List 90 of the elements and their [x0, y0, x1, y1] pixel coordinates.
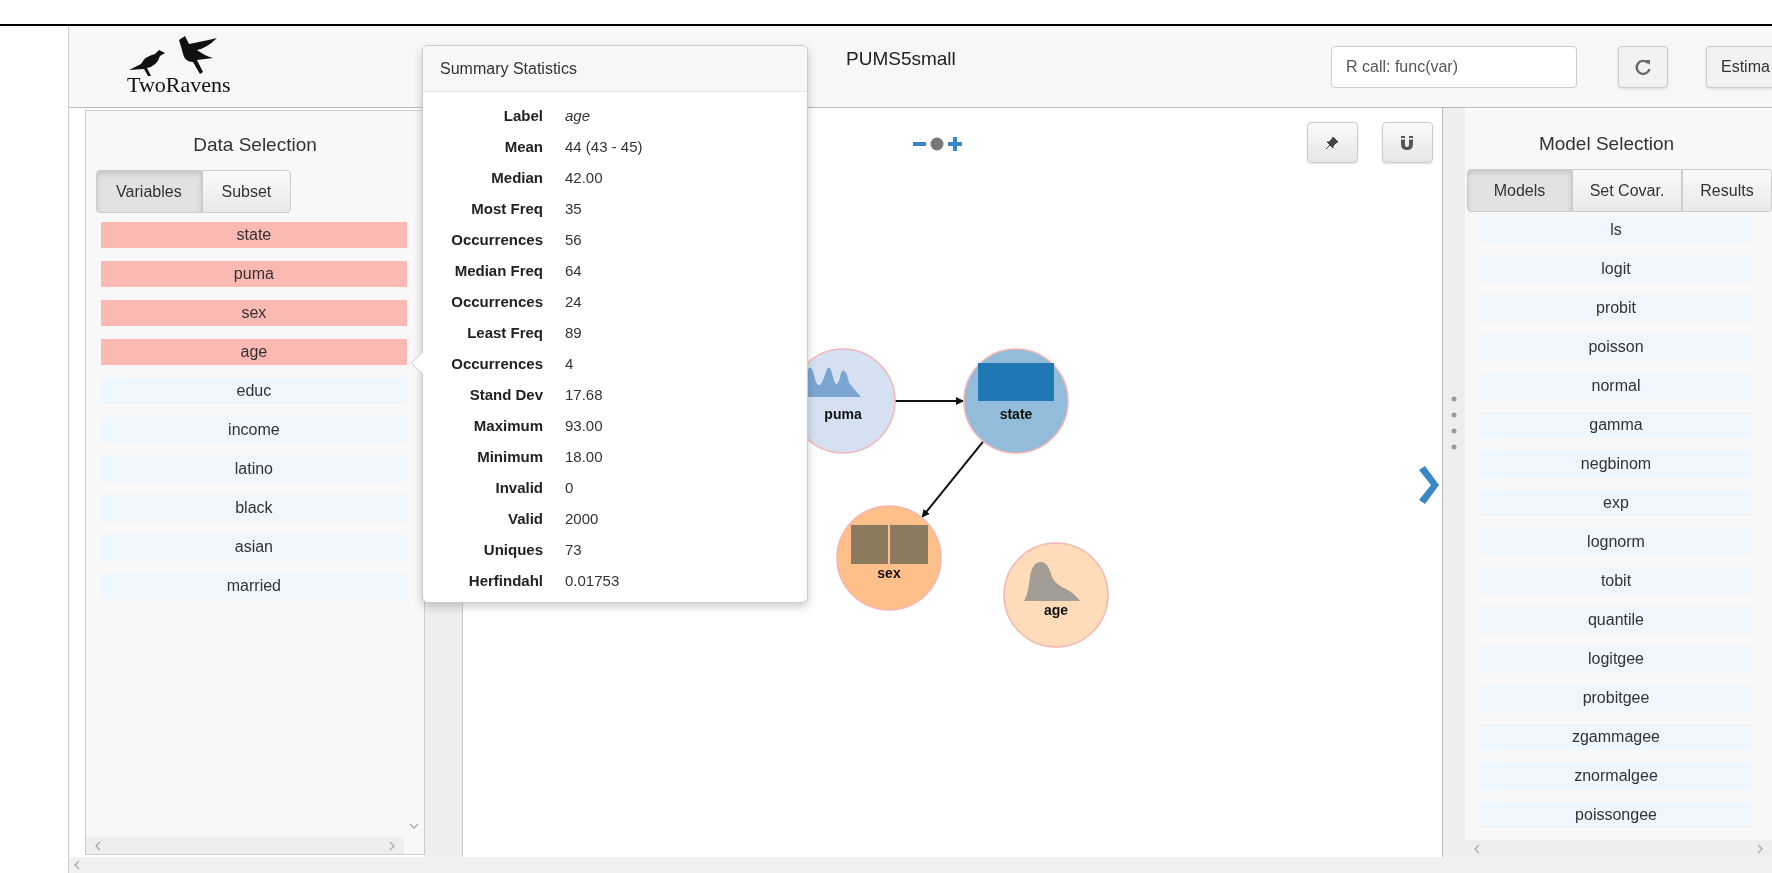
stat-label: Maximum: [472, 416, 543, 436]
variable-item[interactable]: income: [100, 417, 407, 443]
variable-item[interactable]: age: [100, 339, 407, 365]
stat-label: Occurrences: [450, 292, 543, 312]
dot-icon[interactable]: [929, 137, 944, 151]
variable-item[interactable]: educ: [100, 378, 407, 404]
model-item[interactable]: gamma: [1480, 412, 1752, 438]
model-item[interactable]: quantile: [1480, 607, 1752, 633]
rcall-field[interactable]: R call: func(var): [1331, 46, 1577, 88]
tab[interactable]: Set Covar.: [1572, 169, 1682, 212]
stat-label: Mean: [503, 137, 543, 157]
node-label: age: [1043, 602, 1068, 618]
stat-label: Valid: [506, 509, 543, 529]
density-plot: [1023, 561, 1080, 601]
stat-value: 4: [565, 354, 575, 374]
popover-title: Summary Statistics: [423, 46, 807, 92]
magnet-button[interactable]: [1381, 122, 1433, 163]
model-item[interactable]: negbinom: [1480, 451, 1752, 477]
model-item[interactable]: lognorm: [1480, 529, 1752, 555]
tab[interactable]: Variables: [95, 170, 202, 213]
model-item[interactable]: poissongee: [1480, 802, 1752, 828]
node-label: state: [999, 406, 1033, 422]
stat-value: 0: [565, 478, 575, 498]
node-label: puma: [824, 406, 862, 422]
model-item[interactable]: exp: [1480, 490, 1752, 516]
model-item[interactable]: ls: [1480, 217, 1752, 243]
stat-value: 56: [565, 230, 583, 250]
variable-item[interactable]: latino: [100, 456, 407, 482]
stat-label: Stand Dev: [468, 385, 543, 405]
stat-value: 2000: [565, 509, 600, 529]
stat-label: Most Freq: [470, 199, 543, 219]
tab[interactable]: Models: [1467, 169, 1572, 212]
stat-value: 89: [565, 323, 583, 343]
model-item[interactable]: zgammagee: [1480, 724, 1752, 750]
drag-handle-icon[interactable]: [1451, 395, 1458, 450]
panel-title: Model Selection: [1537, 132, 1676, 153]
stat-value: 17.68: [565, 385, 604, 405]
stat-label: Label: [502, 106, 543, 126]
stat-label: Invalid: [494, 478, 543, 498]
stat-value: age: [565, 106, 592, 126]
model-item[interactable]: probitgee: [1480, 685, 1752, 711]
plus-icon[interactable]: [947, 136, 962, 152]
dataset-title: PUMS5small: [846, 47, 956, 71]
scroll-right-icon[interactable]: [1756, 842, 1764, 855]
stat-label: Occurrences: [450, 354, 543, 374]
edge-arrow: [893, 397, 964, 405]
model-item[interactable]: logitgee: [1480, 646, 1752, 672]
variable-item[interactable]: state: [100, 222, 407, 248]
node-label: sex: [877, 565, 901, 581]
refresh-icon: [1634, 58, 1652, 76]
model-item[interactable]: logit: [1480, 256, 1752, 282]
pin-button[interactable]: [1306, 122, 1358, 163]
magnet-icon: [1400, 134, 1415, 151]
stat-label: Herfindahl: [467, 571, 543, 591]
stat-value: 64: [565, 261, 583, 281]
tab[interactable]: Results: [1682, 169, 1772, 212]
scroll-right-icon[interactable]: [388, 839, 397, 852]
stat-label: Minimum: [476, 447, 543, 467]
model-item[interactable]: tobit: [1480, 568, 1752, 594]
stat-value: 42.00: [565, 168, 604, 188]
stat-value: 18.00: [565, 447, 604, 467]
stat-label: Median: [490, 168, 543, 188]
stat-value: 35: [565, 199, 583, 219]
stat-value: 93.00: [565, 416, 604, 436]
model-item[interactable]: poisson: [1480, 334, 1752, 360]
scroll-left-icon[interactable]: [1473, 842, 1481, 855]
estimate-button[interactable]: Estima: [1706, 46, 1772, 88]
variable-item[interactable]: sex: [100, 300, 407, 326]
model-item[interactable]: znormalgee: [1480, 763, 1752, 789]
model-item[interactable]: probit: [1480, 295, 1752, 321]
model-item[interactable]: normal: [1480, 373, 1752, 399]
variable-item[interactable]: black: [100, 495, 407, 521]
tab[interactable]: Subset: [201, 170, 291, 213]
stat-value: 24: [565, 292, 583, 312]
refresh-button[interactable]: [1618, 46, 1668, 88]
panel-title: Data Selection: [192, 133, 318, 154]
stat-label: Uniques: [482, 540, 543, 560]
stat-value: 73: [565, 540, 583, 560]
stat-label: Least Freq: [466, 323, 543, 343]
variable-item[interactable]: asian: [100, 534, 407, 560]
scroll-left-icon[interactable]: [73, 859, 81, 871]
stat-label: Occurrences: [450, 230, 543, 250]
stat-label: Median Freq: [453, 261, 543, 281]
pin-icon: [1325, 135, 1340, 150]
scroll-left-icon[interactable]: [93, 839, 102, 852]
variable-item[interactable]: married: [100, 573, 407, 599]
stat-value: 0.01753: [565, 571, 621, 591]
logo-text: TwoRavens: [127, 74, 231, 96]
stat-value: 44 (43 - 45): [565, 137, 644, 157]
variable-item[interactable]: puma: [100, 261, 407, 287]
